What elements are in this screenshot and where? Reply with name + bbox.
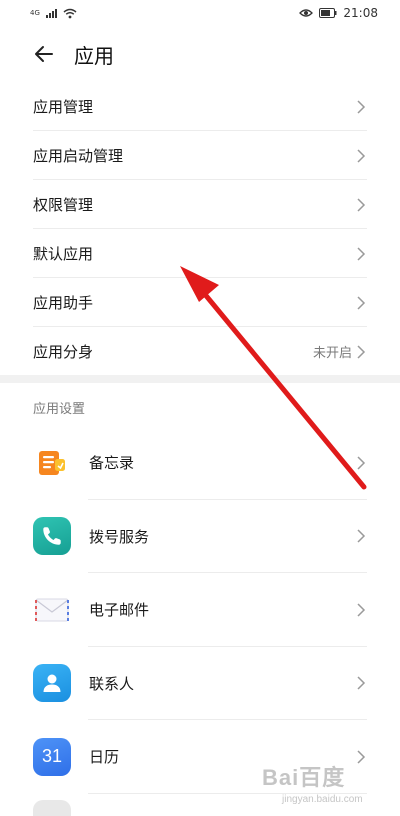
menu-item-permissions[interactable]: 权限管理 [0, 180, 400, 229]
calendar-icon: 31 [33, 737, 71, 776]
menu-item-label: 应用启动管理 [33, 147, 124, 165]
menu-item-label: 应用分身 [33, 343, 94, 361]
notes-icon [33, 443, 71, 482]
chevron-right-icon [357, 603, 366, 617]
section-title: 应用设置 [33, 402, 86, 417]
app-item-label: 备忘录 [89, 454, 135, 473]
status-bar: 4G 21:08 [0, 0, 400, 26]
calendar-icon-date: 31 [41, 746, 63, 767]
partial-app-icon [33, 800, 71, 816]
section-divider [0, 375, 400, 383]
wifi-icon [63, 8, 77, 18]
signal-icon [45, 8, 57, 18]
chevron-right-icon [357, 148, 366, 163]
chevron-right-icon [357, 246, 366, 261]
app-twin-status: 未开启 [312, 346, 352, 361]
menu-item-app-assistant[interactable]: 应用助手 [0, 278, 400, 327]
menu-item-app-twin[interactable]: 应用分身 未开启 [0, 327, 400, 376]
menu-item-app-management[interactable]: 应用管理 [0, 82, 400, 131]
chevron-right-icon [357, 676, 366, 690]
chevron-right-icon [357, 197, 366, 212]
app-menu-list: 应用管理 应用启动管理 权限管理 默认应用 应用助手 应用分身 未开启 [0, 82, 400, 376]
menu-item-label: 权限管理 [33, 196, 94, 214]
chevron-right-icon [357, 529, 366, 543]
clock: 21:08 [343, 6, 378, 20]
watermark-url: jingyan.baidu.com [282, 794, 363, 805]
contacts-icon [33, 664, 71, 703]
chevron-right-icon [357, 344, 366, 359]
eye-comfort-icon [299, 9, 314, 17]
app-item-dialer[interactable]: 拨号服务 [0, 500, 400, 574]
app-item-notes[interactable]: 备忘录 [0, 426, 400, 500]
menu-item-default-apps[interactable]: 默认应用 [0, 229, 400, 278]
network-type: 4G [30, 8, 40, 17]
watermark-logo: Bai百度 [262, 765, 346, 790]
chevron-right-icon [357, 99, 366, 114]
menu-item-label: 应用管理 [33, 98, 94, 116]
app-item-label: 拨号服务 [89, 527, 150, 546]
app-item-email[interactable]: 电子邮件 [0, 573, 400, 647]
status-right: 21:08 [299, 6, 378, 20]
chevron-right-icon [357, 295, 366, 310]
page-title: 应用 [74, 44, 114, 68]
app-settings-list: 备忘录 拨号服务 电子邮件 联系人 31 日历 [0, 426, 400, 794]
header: 应用 [0, 36, 400, 72]
app-item-label: 电子邮件 [89, 601, 150, 620]
menu-item-label: 默认应用 [33, 245, 94, 263]
phone-icon [33, 517, 71, 556]
battery-icon [319, 8, 337, 18]
status-left: 4G [30, 8, 77, 19]
app-item-contacts[interactable]: 联系人 [0, 647, 400, 721]
menu-item-label: 应用助手 [33, 294, 94, 312]
mail-icon [33, 590, 71, 629]
menu-item-app-launch[interactable]: 应用启动管理 [0, 131, 400, 180]
back-arrow-icon[interactable] [32, 42, 56, 66]
watermark: Bai百度 jingyan.baidu.com [262, 760, 363, 805]
chevron-right-icon [357, 456, 366, 470]
app-item-label: 联系人 [89, 674, 135, 693]
